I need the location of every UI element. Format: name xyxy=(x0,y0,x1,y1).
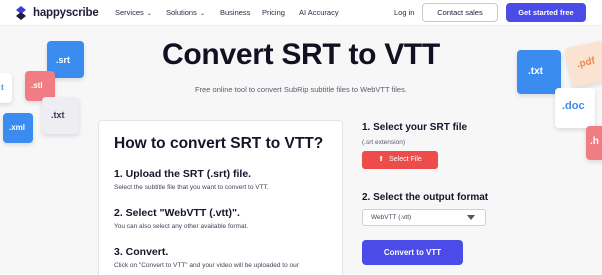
nav-solutions[interactable]: Solutions ⌄ xyxy=(166,8,205,17)
login-link[interactable]: Log in xyxy=(394,8,414,17)
nav-business[interactable]: Business xyxy=(220,8,250,17)
dropdown-caret-icon xyxy=(467,215,475,220)
xml-file-icon: .xml xyxy=(3,113,33,143)
nav-pricing[interactable]: Pricing xyxy=(262,8,285,17)
chevron-down-icon: ⌄ xyxy=(199,11,205,17)
step-2-text: You can also select any other available … xyxy=(114,223,249,230)
file-icon: t xyxy=(0,73,12,103)
happyscribe-logo-icon xyxy=(16,6,26,20)
brand-name: happyscribe xyxy=(33,7,99,19)
step-1-heading: 1. Upload the SRT (.srt) file. xyxy=(114,168,252,180)
h-file-icon: .h xyxy=(586,126,602,160)
contact-sales-button[interactable]: Contact sales xyxy=(422,3,498,22)
doc-file-icon: .doc xyxy=(555,88,595,128)
how-to-card: How to convert SRT to VTT? 1. Upload the… xyxy=(98,120,343,275)
get-started-button[interactable]: Get started free xyxy=(506,3,586,22)
how-to-title: How to convert SRT to VTT? xyxy=(114,135,324,152)
step-2-heading: 2. Select "WebVTT (.vtt)". xyxy=(114,207,240,219)
file-extension-hint: (.srt extension) xyxy=(362,139,405,146)
txt-file-icon: .txt xyxy=(42,97,79,134)
nav-services[interactable]: Services ⌄ xyxy=(115,8,152,17)
page-subtitle: Free online tool to convert SubRip subti… xyxy=(195,85,407,94)
upload-icon: ⬆ xyxy=(378,156,385,163)
step-1-text: Select the subtitle file that you want t… xyxy=(114,184,269,191)
brand-logo[interactable]: happyscribe xyxy=(13,5,99,21)
step-3-text: Click on "Convert to VTT" and your video… xyxy=(114,262,299,269)
page-title: Convert SRT to VTT xyxy=(162,38,440,71)
chevron-down-icon: ⌄ xyxy=(146,11,152,17)
top-navbar: happyscribe Services ⌄ Solutions ⌄ Busines… xyxy=(0,0,602,26)
output-format-label: 2. Select the output format xyxy=(362,192,489,203)
nav-ai-accuracy[interactable]: AI Accuracy xyxy=(299,8,339,17)
select-file-label: 1. Select your SRT file xyxy=(362,122,468,133)
select-file-button[interactable]: ⬆ Select File xyxy=(362,151,438,169)
output-format-select[interactable]: WebVTT (.vtt) xyxy=(362,209,486,226)
convert-button[interactable]: Convert to VTT xyxy=(362,240,463,265)
step-3-heading: 3. Convert. xyxy=(114,246,169,258)
